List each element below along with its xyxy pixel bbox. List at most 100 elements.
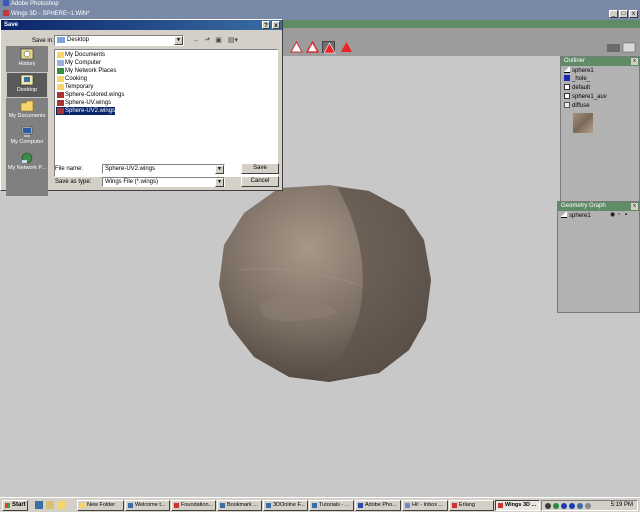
sphere-model[interactable] (219, 185, 432, 382)
wings-menu-band (283, 20, 640, 28)
new-folder-icon[interactable]: ▣ (214, 36, 223, 45)
wire-icon[interactable]: ▪ (625, 211, 627, 220)
browser-icon (312, 503, 317, 508)
close-button[interactable]: x (629, 10, 638, 18)
tray-icon[interactable] (577, 503, 583, 509)
file-list[interactable]: My Documents My Computer My Network Plac… (54, 49, 278, 177)
quick-launch-folder-icon[interactable] (57, 501, 65, 509)
system-tray: 5:19 PM (541, 500, 638, 511)
outliner-item[interactable]: sphere1_auv (561, 93, 639, 102)
save-as-type-label: Save as type: (55, 179, 92, 185)
volume-icon[interactable] (585, 503, 591, 509)
taskbar-item[interactable]: Adobe Pho... (355, 500, 401, 511)
folder-icon (57, 84, 64, 90)
clock[interactable]: 5:19 PM (611, 501, 633, 510)
outliner-title: Outliner (564, 58, 586, 64)
wings-file-icon (57, 108, 64, 114)
taskbar-item[interactable]: 3DOnline F... (263, 500, 308, 511)
browser-icon (174, 503, 179, 508)
tray-icon[interactable] (553, 503, 559, 509)
computer-icon (57, 60, 64, 66)
place-my-computer[interactable]: My Computer (6, 124, 48, 150)
list-item-selected[interactable]: Sphere-UV2.wings (56, 107, 116, 115)
taskbar: Start New Folder Welcome t... Foundation… (0, 497, 640, 512)
taskbar-item[interactable]: Foundation... (171, 500, 216, 511)
history-icon (20, 48, 34, 60)
cancel-button[interactable]: Cancel (241, 176, 279, 187)
chevron-down-icon[interactable]: ▼ (215, 165, 224, 174)
file-name-label: File name: (55, 166, 84, 172)
object-icon (564, 66, 570, 73)
geometry-graph-header[interactable]: Geometry Graph x (558, 202, 639, 211)
tray-icon[interactable] (545, 503, 551, 509)
geometry-graph-panel: Geometry Graph x sphere1 ◉ ▫ ▪ (557, 201, 640, 313)
list-item[interactable]: Sphere-UV.wings (56, 99, 111, 107)
taskbar-item[interactable]: New Folder (77, 500, 124, 511)
place-history[interactable]: History (6, 46, 48, 72)
taskbar-item[interactable]: Bookmark ... (217, 500, 262, 511)
place-desktop[interactable]: Desktop (6, 72, 48, 98)
minimize-button[interactable]: _ (609, 10, 618, 18)
up-folder-icon[interactable]: ⬏ (203, 36, 212, 45)
maximize-button[interactable]: □ (619, 10, 628, 18)
lock-icon[interactable]: ▫ (618, 211, 620, 220)
outliner-item[interactable]: default (561, 84, 639, 93)
dialog-close-button[interactable]: x (272, 21, 280, 29)
start-button[interactable]: Start (2, 500, 28, 511)
erlang-icon (452, 503, 457, 508)
network-icon (57, 68, 64, 74)
tray-icon[interactable] (569, 503, 575, 509)
save-as-type-select[interactable]: Wings File (*.wings) ▼ (102, 177, 225, 187)
my-computer-icon (21, 126, 33, 137)
photoshop-title: Adobe Photoshop (11, 1, 59, 7)
face-mode-icon[interactable] (322, 41, 336, 54)
place-my-documents[interactable]: My Documents (6, 98, 48, 124)
taskbar-item[interactable]: Hi! - Inbox ... (402, 500, 448, 511)
edge-mode-icon[interactable] (305, 40, 320, 53)
place-network[interactable]: My Network P... (6, 150, 48, 176)
vertex-mode-icon[interactable] (290, 40, 303, 53)
save-in-select[interactable]: Desktop ▼ (54, 35, 184, 46)
list-item[interactable]: My Computer (56, 59, 101, 67)
list-item[interactable]: Sphere-Colored.wings (56, 91, 124, 99)
chevron-down-icon[interactable]: ▼ (215, 178, 224, 187)
visibility-eye-icon[interactable]: ◉ (610, 211, 615, 220)
list-item[interactable]: My Documents (56, 51, 105, 59)
mail-icon (405, 503, 410, 508)
help-button[interactable]: ? (262, 21, 270, 29)
quick-launch-desktop-icon[interactable] (46, 501, 54, 509)
taskbar-item[interactable]: Erlang (449, 500, 494, 511)
outliner-header[interactable]: Outliner x (561, 57, 639, 66)
list-item[interactable]: Temporary (56, 83, 93, 91)
back-icon[interactable]: ← (192, 36, 201, 45)
taskbar-item[interactable]: Welcome t... (125, 500, 170, 511)
outliner-panel: Outliner x sphere1 _hole_ default sphere1… (560, 56, 640, 202)
list-item[interactable]: Cooking (56, 75, 87, 83)
body-mode-icon[interactable] (340, 41, 353, 53)
browser-icon (220, 503, 225, 508)
file-name-input[interactable]: Sphere-UV2.wings ▼ (102, 164, 225, 174)
list-item[interactable]: My Network Places (56, 67, 116, 75)
object-icon (561, 211, 567, 218)
quick-launch-ie-icon[interactable] (35, 501, 43, 509)
view-menu-icon[interactable]: ▤▾ (226, 36, 240, 45)
wings-file-icon (57, 92, 64, 98)
tray-icon[interactable] (561, 503, 567, 509)
outliner-item[interactable]: _hole_ (561, 75, 639, 84)
chevron-down-icon[interactable]: ▼ (174, 36, 183, 45)
save-button[interactable]: Save (241, 163, 279, 174)
taskbar-item-active[interactable]: Wings 3D ... (495, 500, 540, 511)
folder-icon (80, 503, 85, 508)
geometry-graph-item[interactable]: sphere1 ◉ ▫ ▪ (558, 211, 639, 220)
taskbar-item[interactable]: Tutorials - ... (309, 500, 354, 511)
outliner-close-button[interactable]: x (631, 58, 638, 65)
outliner-item[interactable]: diffuse (561, 102, 639, 111)
save-dialog-title-bar[interactable]: Save ? x (1, 20, 282, 30)
texture-thumbnail[interactable] (573, 113, 593, 133)
geometry-graph-close-button[interactable]: x (631, 203, 638, 210)
network-places-icon (21, 152, 33, 164)
outliner-item[interactable]: sphere1 (561, 66, 639, 75)
wings-icon (498, 503, 503, 508)
image-icon (564, 102, 570, 108)
view-toggle-icons[interactable] (606, 42, 636, 53)
